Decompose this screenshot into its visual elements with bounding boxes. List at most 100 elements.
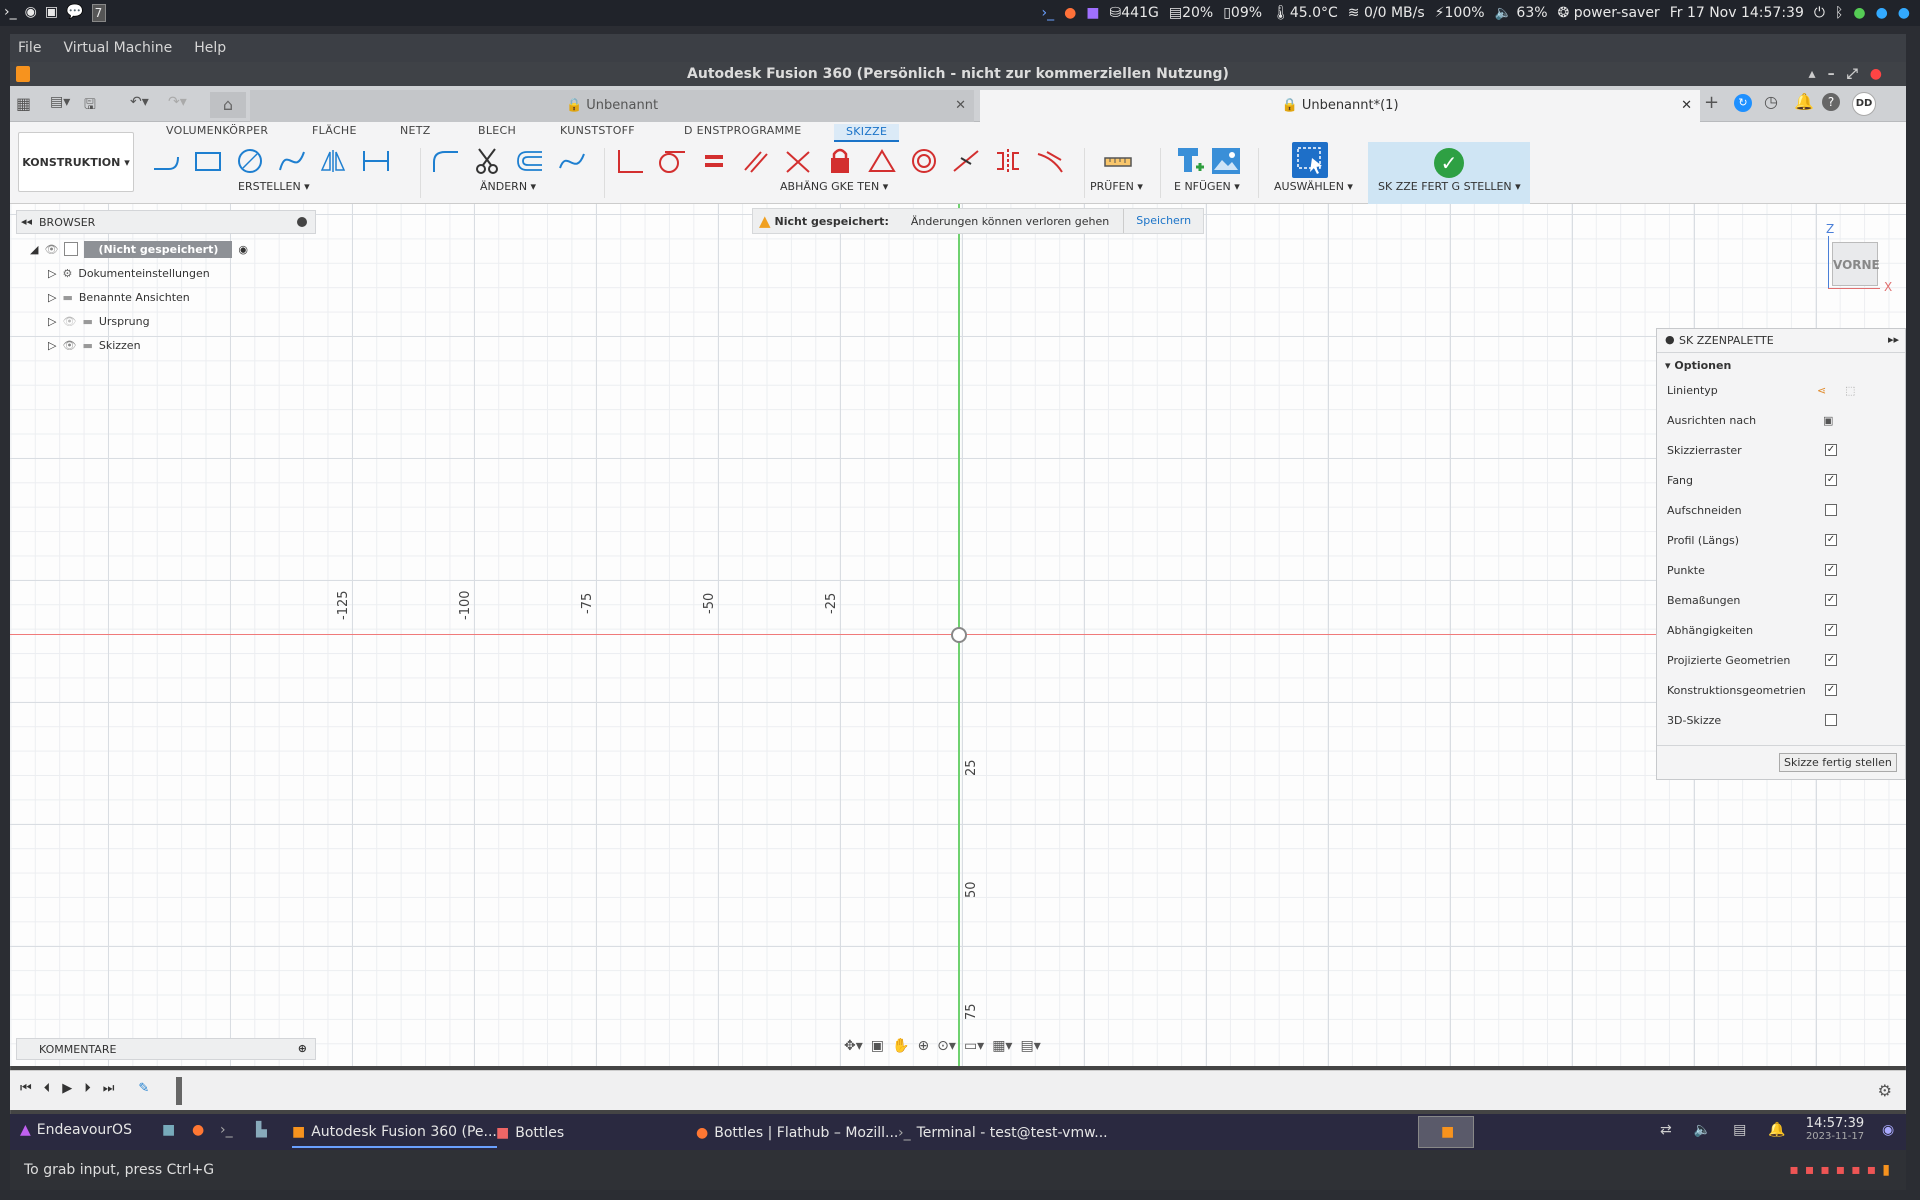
look-at-icon[interactable]: ▣	[871, 1038, 884, 1054]
terminal-icon[interactable]: ›_	[1041, 5, 1054, 21]
tab-volumenkoerper[interactable]: VOLUMENKÖRPER	[166, 124, 268, 137]
look-at-icon[interactable]: ▣	[1823, 414, 1833, 427]
line-tool-icon[interactable]	[150, 146, 182, 176]
view-cube[interactable]: Z X VORNE	[1820, 222, 1900, 302]
group-finish-sketch[interactable]: SK ZZE FERT G STELLEN ▾	[1378, 180, 1521, 193]
taskbar-item-bottles[interactable]: ■ Bottles	[496, 1118, 564, 1148]
menu-file[interactable]: File	[18, 40, 41, 56]
start-menu[interactable]: ▲ EndeavourOS	[20, 1122, 132, 1138]
taskbar-item-fusion[interactable]: ■ Autodesk Fusion 360 (Pe...	[292, 1118, 497, 1148]
add-comment-icon[interactable]: ⊕	[298, 1042, 307, 1055]
insert-derive-icon[interactable]	[1174, 146, 1206, 176]
new-tab-icon[interactable]: +	[1704, 92, 1719, 113]
finish-sketch-button[interactable]: Skizze fertig stellen	[1779, 753, 1897, 772]
help-icon[interactable]: ?	[1822, 93, 1840, 111]
zoom-window-icon[interactable]: ⊙▾	[937, 1038, 956, 1054]
workspace-indicator[interactable]: 7	[91, 4, 106, 22]
terminal-icon[interactable]: ›_	[4, 4, 17, 22]
file-menu-icon[interactable]: ▤▾	[50, 94, 70, 110]
fillet-tool-icon[interactable]	[430, 146, 462, 176]
trim-tool-icon[interactable]	[472, 146, 504, 176]
display-settings-icon[interactable]: ▭▾	[964, 1038, 984, 1054]
pan-icon[interactable]: ✋	[892, 1038, 909, 1054]
browser-item-skizzen[interactable]: ▷ 👁 ▬ Skizzen	[48, 334, 141, 356]
expand-icon[interactable]: ▷	[48, 339, 56, 352]
group-erstellen[interactable]: ERSTELLEN ▾	[238, 180, 310, 193]
browser-item-dokumenteinstellungen[interactable]: ▷ ⚙ Dokumenteinstellungen	[48, 262, 210, 284]
browser-item-ursprung[interactable]: ▷ 👁 ▬ Ursprung	[48, 310, 150, 332]
symmetry-constraint-icon[interactable]	[992, 146, 1024, 176]
taskbar-item-terminal[interactable]: ›_ Terminal - test@test-vmw...	[898, 1118, 1108, 1148]
circle-tool-icon[interactable]	[234, 146, 266, 176]
measure-tool-icon[interactable]	[1102, 146, 1134, 176]
undo-icon[interactable]: ↶▾	[130, 94, 149, 110]
curvature-constraint-icon[interactable]	[1034, 146, 1066, 176]
view-cube-face-front[interactable]: VORNE	[1832, 242, 1880, 286]
expand-icon[interactable]: ▷	[48, 291, 56, 304]
offset-tool-icon[interactable]	[514, 146, 546, 176]
window-controls[interactable]: ▴–⤢●	[1809, 62, 1894, 86]
redo-icon[interactable]: ↷▾	[168, 94, 187, 110]
checkbox-skizzierraster[interactable]: ✓	[1825, 444, 1837, 456]
tab-netz[interactable]: NETZ	[400, 124, 431, 137]
visibility-icon[interactable]: 👁	[62, 339, 76, 352]
firefox-icon[interactable]: ●	[1064, 5, 1076, 21]
checkbox-3d-skizze[interactable]	[1825, 714, 1837, 726]
checkbox-profil[interactable]: ✓	[1825, 534, 1837, 546]
folder-icon[interactable]: ■	[1086, 5, 1099, 21]
chat-icon[interactable]: 💬	[66, 4, 83, 22]
tab-kunststoff[interactable]: KUNSTSTOFF	[560, 124, 635, 137]
browser-root[interactable]: ◢ 👁 (Nicht gespeichert) ◉	[30, 238, 248, 260]
close-icon[interactable]: ✕	[955, 90, 966, 122]
collapse-panel-icon[interactable]: ◂◂	[21, 215, 32, 228]
timeline-marker[interactable]	[176, 1077, 182, 1105]
firefox-icon[interactable]: ●	[192, 1122, 204, 1138]
sketch-canvas[interactable]: -125 -100 -75 -50 -25 25 50 75 ▲ Nicht g…	[10, 204, 1906, 1066]
rectangle-tool-icon[interactable]	[192, 146, 224, 176]
collapse-icon[interactable]: ◢	[30, 243, 38, 256]
menu-help[interactable]: Help	[194, 40, 226, 56]
volume-icon[interactable]: 🔈	[1694, 1122, 1711, 1138]
expand-panel-icon[interactable]: ▸▸	[1888, 333, 1899, 346]
group-abhaengigkeiten[interactable]: ABHÄNG GKE TEN ▾	[780, 180, 888, 193]
window-preview[interactable]: ■	[1418, 1116, 1474, 1148]
terminal-icon[interactable]: ›_	[220, 1122, 233, 1138]
concentric-constraint-icon[interactable]	[908, 146, 940, 176]
browser-item-benannte-ansichten[interactable]: ▷ ▬ Benannte Ansichten	[48, 286, 190, 308]
construction-line-icon[interactable]: ⋖	[1817, 384, 1826, 397]
finish-sketch-panel[interactable]: ✓ SK ZZE FERT G STELLEN ▾	[1368, 142, 1530, 204]
workspace-switcher[interactable]: KONSTRUKTION ▾	[18, 132, 134, 192]
app-icon[interactable]: ▙	[256, 1122, 267, 1138]
gear-icon[interactable]: ⚙	[1878, 1081, 1892, 1100]
tab-unbenannt[interactable]: 🔒 Unbenannt ✕	[250, 90, 974, 122]
tangent-constraint-icon[interactable]	[656, 146, 688, 176]
browser-header[interactable]: ◂◂ BROWSER	[16, 210, 316, 234]
checkbox-fang[interactable]: ✓	[1825, 474, 1837, 486]
telegram-icon[interactable]: ●	[1876, 5, 1888, 21]
close-icon[interactable]: ✕	[1681, 90, 1692, 122]
group-auswaehlen[interactable]: AUSWÄHLEN ▾	[1274, 180, 1353, 193]
group-aendern[interactable]: ÄNDERN ▾	[480, 180, 536, 193]
app-icon[interactable]: ◉	[25, 4, 37, 22]
taskbar-item-firefox[interactable]: ● Bottles | Flathub – Mozill...	[696, 1118, 898, 1148]
checkbox-konstruktionsgeometrien[interactable]: ✓	[1825, 684, 1837, 696]
clock[interactable]: Fr 17 Nov 14:57:39	[1670, 5, 1804, 21]
extensions-icon[interactable]: ↻	[1734, 94, 1752, 112]
expand-icon[interactable]: ▷	[48, 315, 56, 328]
equal-constraint-icon[interactable]	[698, 146, 730, 176]
menu-virtual-machine[interactable]: Virtual Machine	[63, 40, 172, 56]
home-icon[interactable]: ⌂	[210, 92, 246, 118]
user-icon[interactable]: ◉	[1882, 1122, 1894, 1138]
comments-panel[interactable]: KOMMENTARE ⊕	[16, 1038, 316, 1060]
tab-unbenannt-1[interactable]: 🔒 Unbenannt*(1) ✕	[980, 90, 1700, 122]
viewports-icon[interactable]: ▤▾	[1020, 1038, 1040, 1054]
checkmark-icon[interactable]: ✓	[1434, 148, 1464, 178]
save-icon[interactable]: 🖫	[84, 94, 96, 118]
insert-image-icon[interactable]	[1210, 146, 1242, 176]
tab-blech[interactable]: BLECH	[478, 124, 516, 137]
timeline-sketch-icon[interactable]: ✎	[138, 1081, 149, 1096]
parallel-constraint-icon[interactable]	[740, 146, 772, 176]
checkbox-bemassungen[interactable]: ✓	[1825, 594, 1837, 606]
volume-indicator[interactable]: 🔈 63%	[1495, 5, 1548, 21]
midpoint-constraint-icon[interactable]	[950, 146, 982, 176]
